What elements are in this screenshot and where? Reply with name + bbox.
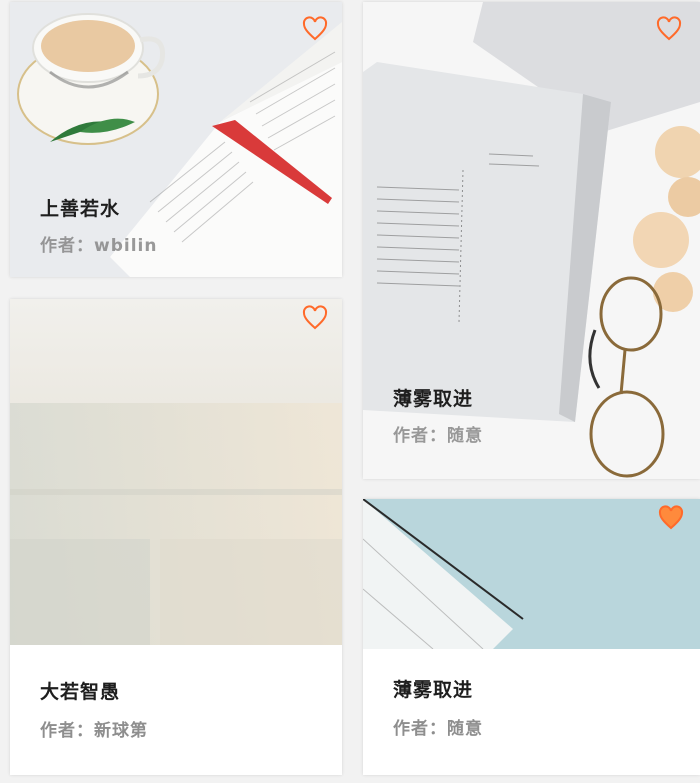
card-title: 薄雾取进	[393, 679, 474, 701]
favorite-heart-icon[interactable]	[658, 505, 684, 531]
card-photo	[363, 499, 700, 649]
card-title: 薄雾取进	[393, 388, 474, 410]
card-author: 作者：随意	[393, 426, 483, 446]
card-title: 大若智愚	[40, 681, 121, 703]
card-title: 上善若水	[40, 198, 121, 220]
card-photo	[10, 299, 342, 645]
article-card-3[interactable]: 大若智愚 作者：新球第	[10, 299, 342, 775]
favorite-heart-icon[interactable]	[302, 16, 328, 42]
card-author: 作者：新球第	[40, 721, 148, 741]
card-author: 作者：wbilin	[40, 236, 158, 256]
card-author: 作者：随意	[393, 719, 483, 739]
favorite-heart-icon[interactable]	[656, 16, 682, 42]
article-card-2[interactable]: 薄雾取进 作者：随意	[363, 2, 700, 479]
article-card-1[interactable]: 上善若水 作者：wbilin	[10, 2, 342, 277]
favorite-heart-icon[interactable]	[302, 305, 328, 331]
article-card-4[interactable]: 薄雾取进 作者：随意	[363, 499, 700, 775]
